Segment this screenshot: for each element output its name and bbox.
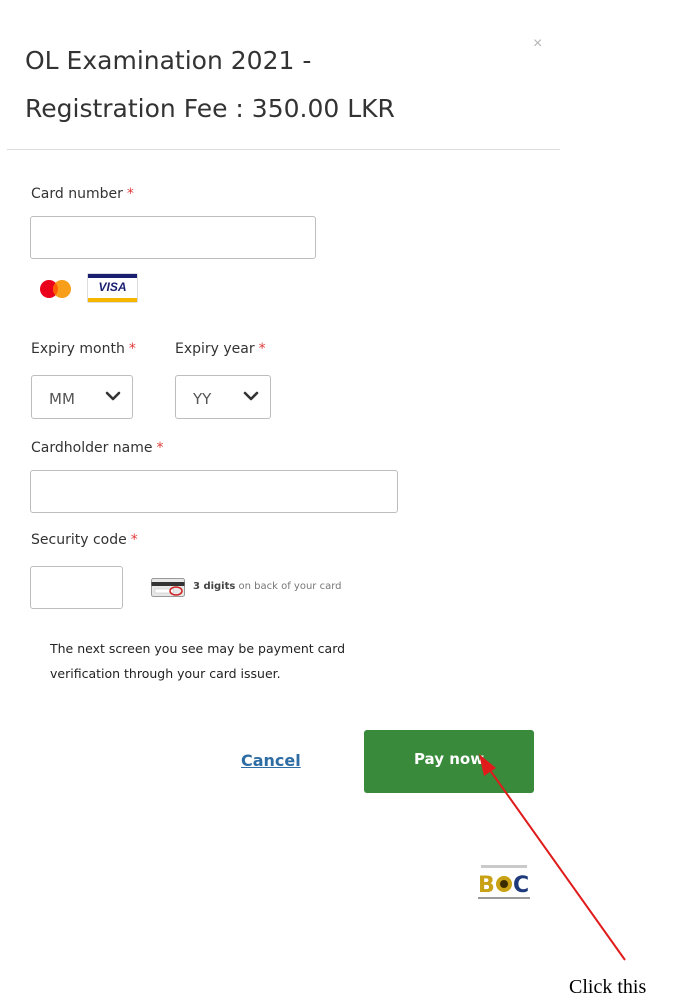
expiry-year-label-text: Expiry year bbox=[175, 341, 255, 357]
expiry-year-select[interactable]: YY bbox=[175, 375, 271, 419]
svg-text:B: B bbox=[478, 873, 495, 898]
required-mark: * bbox=[126, 186, 134, 202]
verification-notice-line1: The next screen you see may be payment c… bbox=[50, 641, 346, 656]
expiry-month-label: Expiry month * bbox=[31, 341, 136, 357]
boc-logo: B C bbox=[475, 863, 533, 905]
card-number-label: Card number * bbox=[31, 186, 134, 202]
required-mark: * bbox=[128, 341, 136, 357]
visa-label: VISA bbox=[98, 280, 127, 294]
expiry-month-label-text: Expiry month bbox=[31, 341, 125, 357]
card-number-input[interactable] bbox=[30, 216, 316, 259]
cardholder-label: Cardholder name * bbox=[31, 440, 164, 456]
expiry-year-value: YY bbox=[193, 390, 212, 408]
security-code-label: Security code * bbox=[31, 532, 138, 548]
verification-notice: The next screen you see may be payment c… bbox=[50, 636, 450, 686]
pay-now-label: Pay now bbox=[413, 750, 485, 768]
cardholder-name-input[interactable] bbox=[30, 470, 398, 513]
annotation-text: Click this bbox=[569, 976, 647, 998]
verification-notice-line2: verification through your card issuer. bbox=[50, 666, 281, 681]
cancel-link[interactable]: Cancel bbox=[241, 751, 301, 770]
expiry-month-select[interactable]: MM bbox=[31, 375, 133, 419]
pay-now-button[interactable]: Pay now bbox=[364, 730, 534, 793]
svg-text:C: C bbox=[513, 873, 529, 898]
cardholder-label-text: Cardholder name bbox=[31, 440, 153, 456]
expiry-month-value: MM bbox=[49, 390, 75, 408]
page-title-line2: Registration Fee : 350.00 LKR bbox=[25, 94, 395, 123]
card-number-label-text: Card number bbox=[31, 186, 123, 202]
security-code-hint-rest: on back of your card bbox=[235, 581, 342, 592]
card-back-icon bbox=[151, 578, 185, 602]
chevron-down-icon bbox=[243, 391, 259, 401]
expiry-year-label: Expiry year * bbox=[175, 341, 266, 357]
header-divider bbox=[7, 149, 560, 150]
required-mark: * bbox=[258, 341, 266, 357]
security-code-hint: 3 digits on back of your card bbox=[193, 581, 342, 592]
security-code-label-text: Security code bbox=[31, 532, 127, 548]
security-code-input[interactable] bbox=[30, 566, 123, 609]
security-code-hint-bold: 3 digits bbox=[193, 581, 236, 592]
close-button[interactable]: × bbox=[533, 36, 542, 52]
chevron-down-icon bbox=[105, 391, 121, 401]
page-title-line1: OL Examination 2021 - bbox=[25, 46, 312, 75]
required-mark: * bbox=[156, 440, 164, 456]
required-mark: * bbox=[130, 532, 138, 548]
visa-icon: VISA bbox=[87, 273, 138, 303]
mastercard-icon bbox=[38, 279, 76, 304]
